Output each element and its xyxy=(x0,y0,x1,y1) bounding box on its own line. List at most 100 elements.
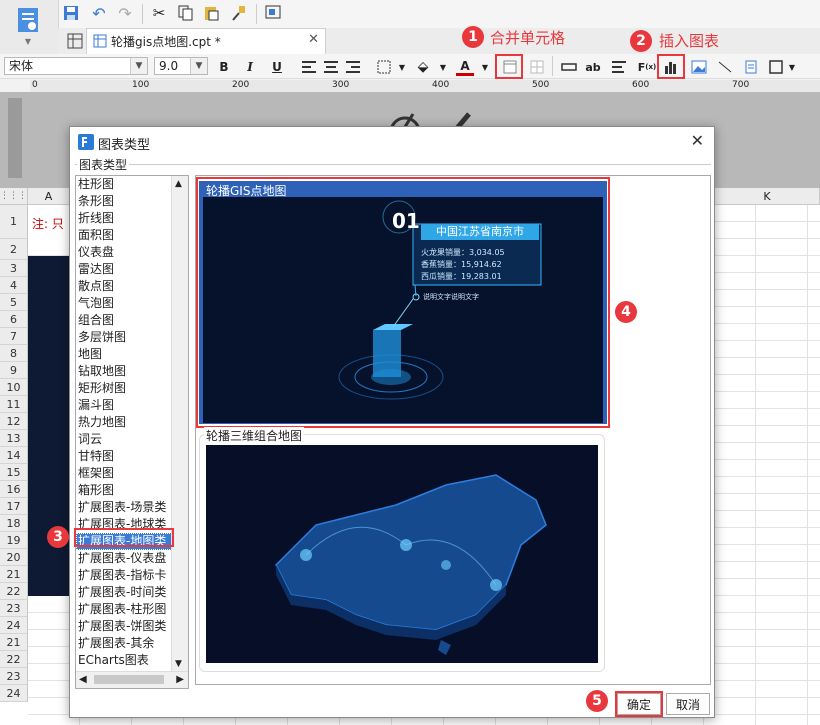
row-header[interactable]: 15 xyxy=(0,464,28,481)
row-header[interactable]: 4 xyxy=(0,277,28,294)
row-header[interactable]: 16 xyxy=(0,481,28,498)
group-label: 图表类型 xyxy=(77,156,130,173)
vertical-scrollbar[interactable]: ▲ ▼ xyxy=(171,176,188,672)
cancel-button[interactable]: 取消 xyxy=(666,693,710,715)
chevron-down-icon[interactable]: ▼ xyxy=(175,659,182,669)
slash-icon[interactable] xyxy=(716,58,734,76)
template-panel: ▼ xyxy=(0,0,59,56)
ruler-tick: 600 xyxy=(632,80,650,90)
row-header[interactable]: 21 xyxy=(0,566,28,583)
align-center-icon[interactable] xyxy=(322,58,340,76)
font-family-select[interactable]: 宋体 ▼ xyxy=(4,57,148,75)
row-header[interactable]: 12 xyxy=(0,413,28,430)
align-right-icon[interactable] xyxy=(344,58,362,76)
italic-button[interactable]: I xyxy=(241,58,259,76)
tab-title: 轮播gis点地图.cpt * xyxy=(111,35,221,49)
border-icon[interactable] xyxy=(375,58,393,76)
row-header[interactable]: 9 xyxy=(0,362,28,379)
row-header[interactable]: 17 xyxy=(0,498,28,515)
scroll-thumb[interactable] xyxy=(94,675,164,684)
file-tab[interactable]: 轮播gis点地图.cpt * ✕ xyxy=(86,28,326,54)
chevron-up-icon[interactable]: ▲ xyxy=(175,179,182,189)
insert-chart-annotation: 插入图表 xyxy=(659,32,720,50)
ruler-tick: 200 xyxy=(232,80,250,90)
dialog-titlebar: 图表类型 ✕ xyxy=(70,127,714,157)
row-header[interactable]: 1 xyxy=(0,205,28,239)
step-badge-1: 1 xyxy=(462,26,484,48)
corner-cell[interactable]: ⋮⋮⋮ xyxy=(0,188,28,205)
font-color-icon[interactable]: A xyxy=(456,58,474,76)
cut-icon[interactable]: ✂ xyxy=(150,4,168,22)
merge-cells-annotation: 合并单元格 xyxy=(490,29,566,47)
row-header[interactable]: 22 xyxy=(0,583,28,600)
column-header-a[interactable]: A xyxy=(28,188,70,205)
row-header[interactable]: 23 xyxy=(0,668,28,685)
text-field-icon[interactable] xyxy=(560,58,578,76)
row-header[interactable]: 18 xyxy=(0,515,28,532)
image-icon[interactable] xyxy=(690,58,708,76)
chart-category-list[interactable]: 柱形图 条形图 折线图 面积图 仪表盘 雷达图 散点图 气泡图 组合图 多层饼图 地图 钻取地图 矩形树… xyxy=(75,175,189,689)
fill-color-icon[interactable]: ⬙ xyxy=(414,58,432,76)
redo-icon[interactable]: ↷ xyxy=(116,4,134,23)
row-header[interactable]: 2 xyxy=(0,239,28,260)
chevron-down-icon[interactable]: ▼ xyxy=(476,58,494,76)
step-badge-4: 4 xyxy=(615,301,637,323)
text-icon[interactable]: ab xyxy=(584,58,602,76)
ruler-tick: 400 xyxy=(432,80,450,90)
chevron-down-icon[interactable]: ▼ xyxy=(783,58,801,76)
grid-icon[interactable] xyxy=(66,32,84,50)
row-header[interactable]: 5 xyxy=(0,294,28,311)
horizontal-scrollbar[interactable]: ◀ ▶ xyxy=(76,671,188,688)
chevron-right-icon[interactable]: ▶ xyxy=(176,674,184,685)
row-header[interactable]: 19 xyxy=(0,532,28,549)
chart-option-3d-combo-map[interactable]: 轮播三维组合地图 xyxy=(199,427,605,672)
row-header[interactable]: 24 xyxy=(0,685,28,702)
bold-button[interactable]: B xyxy=(215,58,233,76)
save-icon[interactable] xyxy=(62,4,80,22)
align-left-icon[interactable] xyxy=(300,58,318,76)
row-header[interactable]: 3 xyxy=(0,260,28,277)
close-tab-icon[interactable]: ✕ xyxy=(308,32,319,47)
row-header[interactable]: 23 xyxy=(0,600,28,617)
unmerge-cells-icon[interactable] xyxy=(528,58,546,76)
paste-icon[interactable] xyxy=(202,4,220,22)
cell-a1[interactable]: 注: 只 xyxy=(32,215,64,232)
chevron-down-icon: ▼ xyxy=(130,58,147,74)
row-header[interactable]: 21 xyxy=(0,634,28,651)
row-header[interactable]: 7 xyxy=(0,328,28,345)
row-header[interactable]: 20 xyxy=(0,549,28,566)
step-badge-3: 3 xyxy=(47,526,69,548)
underline-button[interactable]: U xyxy=(268,58,286,76)
row-header[interactable]: 6 xyxy=(0,311,28,328)
undo-icon[interactable]: ↶ xyxy=(90,4,108,23)
formula-icon[interactable]: F (x) xyxy=(636,58,658,76)
row-header[interactable]: 24 xyxy=(0,617,28,634)
chevron-down-icon[interactable]: ▼ xyxy=(20,36,36,46)
step-badge-5: 5 xyxy=(586,690,608,712)
close-icon[interactable]: ✕ xyxy=(691,131,704,150)
row-header[interactable]: 8 xyxy=(0,345,28,362)
row-header[interactable]: 13 xyxy=(0,430,28,447)
chevron-left-icon[interactable]: ◀ xyxy=(79,674,87,685)
report-file-icon xyxy=(91,32,109,50)
column-header-k[interactable]: K xyxy=(715,188,820,205)
format-painter-icon[interactable] xyxy=(230,4,248,22)
dialog-title: 图表类型 xyxy=(98,138,151,153)
sub-report-icon[interactable] xyxy=(742,58,760,76)
chevron-down-icon[interactable]: ▼ xyxy=(434,58,452,76)
row-header[interactable]: 14 xyxy=(0,447,28,464)
merge-cells-highlight xyxy=(495,54,523,79)
row-header[interactable]: 11 xyxy=(0,396,28,413)
app-logo-icon xyxy=(78,134,94,153)
ruler-tick: 700 xyxy=(732,80,750,90)
paragraph-icon[interactable] xyxy=(610,58,628,76)
row-header[interactable]: 10 xyxy=(0,379,28,396)
chart-preview-panel: 轮播GIS点地图 01 中国江苏省南京市 火龙果销量：3,034.05 香蕉销量… xyxy=(195,175,711,685)
preview-icon[interactable] xyxy=(264,4,282,22)
chart-type-dialog: 图表类型 ✕ 图表类型 柱形图 条形图 折线图 面积图 仪表盘 雷达图 散点图 气泡图 组合图多… xyxy=(69,126,715,718)
template-icon[interactable] xyxy=(16,6,40,34)
chevron-down-icon[interactable]: ▼ xyxy=(393,58,411,76)
copy-icon[interactable] xyxy=(176,4,194,22)
font-size-select[interactable]: 9.0 ▼ xyxy=(154,57,208,75)
row-header[interactable]: 22 xyxy=(0,651,28,668)
